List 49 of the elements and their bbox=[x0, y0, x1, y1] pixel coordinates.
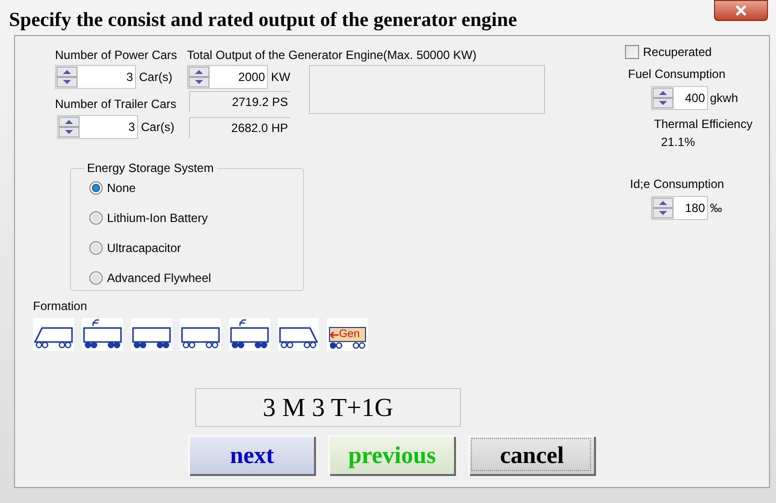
spin-arrows-icon[interactable] bbox=[188, 66, 210, 88]
field-label: Number of Trailer Cars bbox=[55, 96, 178, 112]
spinner-value: 3 bbox=[127, 119, 136, 136]
field-label: Total Output of the Generator Engine(Max. 50000 KW) bbox=[187, 47, 478, 64]
readout-field: 2682.0 HP bbox=[189, 117, 290, 138]
radio-option[interactable]: None bbox=[89, 179, 285, 197]
radio-option[interactable]: Ultracapacitor bbox=[89, 239, 285, 257]
radio-button-icon[interactable] bbox=[89, 271, 103, 285]
radio-option[interactable]: Lithium-Ion Battery bbox=[89, 209, 285, 227]
number-spinner[interactable]: 180 bbox=[651, 196, 708, 220]
spinner-value: 2000 bbox=[237, 69, 266, 86]
checkbox[interactable] bbox=[625, 45, 639, 59]
next-button[interactable]: next bbox=[188, 435, 314, 474]
close-button[interactable] bbox=[714, 0, 768, 21]
readout-field: 2719.2 PS bbox=[189, 91, 290, 112]
unit-label: gkwh bbox=[710, 90, 738, 107]
spinner-value: 180 bbox=[684, 200, 706, 217]
field-label: Number of Power Cars bbox=[55, 47, 178, 64]
arrow-left-icon bbox=[330, 330, 339, 338]
unit-label: ‰ bbox=[710, 200, 722, 217]
efficiency-value: 21.1% bbox=[661, 134, 696, 151]
checkbox-label: Recuperated bbox=[643, 44, 712, 61]
radio-button-icon[interactable] bbox=[89, 241, 103, 255]
spinner-value: 3 bbox=[125, 69, 134, 86]
car-label: Gen bbox=[339, 328, 360, 341]
cancel-button[interactable]: cancel bbox=[468, 435, 594, 474]
spin-arrows-icon[interactable] bbox=[652, 197, 674, 219]
field-label: Id;e Consumption bbox=[630, 176, 724, 193]
spinner-value: 400 bbox=[684, 90, 706, 107]
spin-arrows-icon[interactable] bbox=[58, 116, 80, 138]
formation-summary: 3 M 3 T+1G bbox=[195, 388, 461, 427]
window-title: Specify the consist and rated output of the generator engine bbox=[9, 8, 517, 33]
field-label: Fuel Consumption bbox=[628, 66, 726, 83]
radio-button-icon[interactable] bbox=[89, 211, 103, 225]
number-spinner[interactable]: 3 bbox=[57, 115, 138, 139]
field-label: Thermal Efficiency bbox=[654, 116, 752, 133]
number-spinner[interactable]: 3 bbox=[55, 65, 136, 89]
section-label: Formation bbox=[33, 298, 88, 313]
unit-label: KW bbox=[271, 69, 290, 86]
spin-arrows-icon[interactable] bbox=[652, 87, 674, 109]
spin-arrows-icon[interactable] bbox=[56, 66, 78, 88]
number-spinner[interactable]: 2000 bbox=[187, 65, 268, 89]
radio-option[interactable]: Advanced Flywheel bbox=[89, 269, 285, 287]
close-icon bbox=[735, 5, 747, 16]
unit-label: Car(s) bbox=[141, 119, 174, 136]
group-title: Energy Storage System bbox=[86, 160, 215, 177]
radio-button-icon[interactable] bbox=[89, 181, 103, 195]
number-spinner[interactable]: 400 bbox=[651, 86, 708, 110]
unit-label: Car(s) bbox=[139, 69, 172, 86]
